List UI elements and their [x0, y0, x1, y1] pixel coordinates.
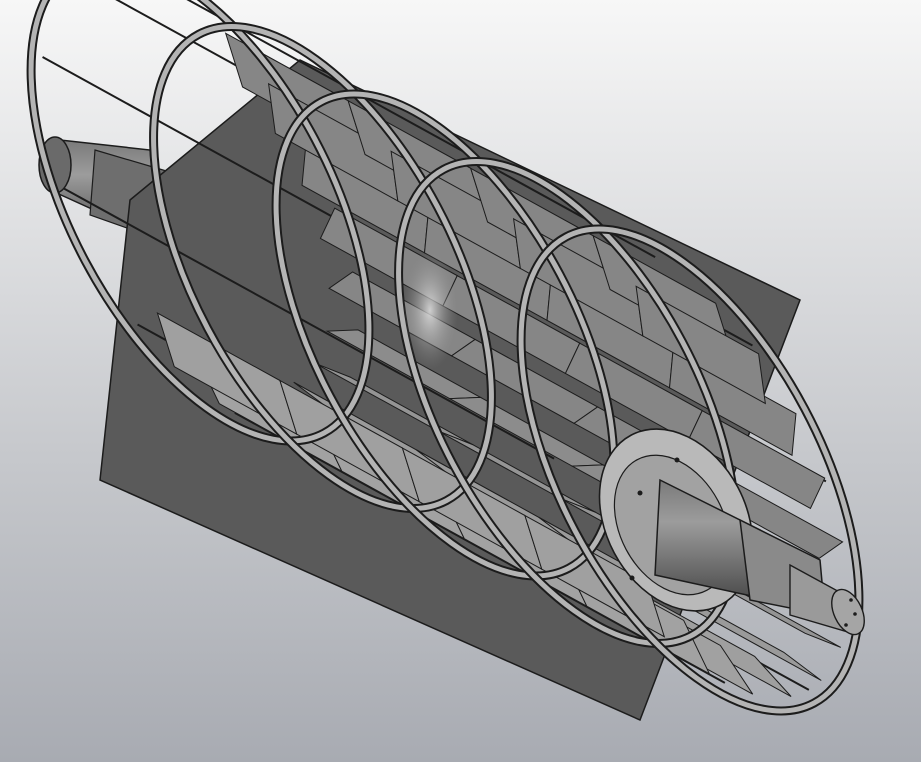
cad-viewport[interactable] [0, 0, 921, 762]
rotor-render [0, 0, 921, 762]
drum-glint [402, 250, 458, 370]
